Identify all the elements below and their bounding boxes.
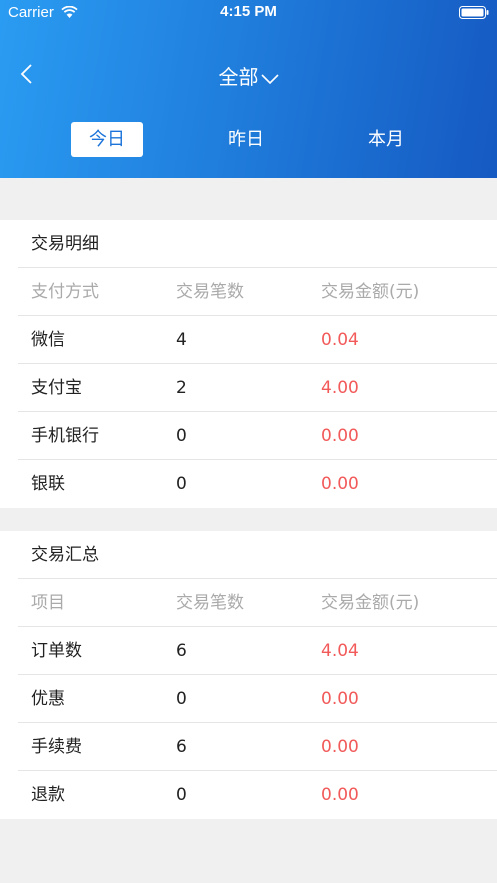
summary-header-row: 项目 交易笔数 交易金额(元) <box>18 579 497 627</box>
transaction-amount: 0.00 <box>321 785 359 805</box>
transaction-amount: 0.00 <box>321 737 359 757</box>
table-row: 银联 0 0.00 <box>18 460 497 508</box>
transaction-count: 6 <box>176 641 187 661</box>
transaction-count: 2 <box>176 378 187 398</box>
table-row: 退款 0 0.00 <box>18 771 497 819</box>
payment-method: 手机银行 <box>31 426 99 446</box>
page-title: 全部 <box>218 65 259 89</box>
transaction-count: 0 <box>176 474 187 494</box>
table-row: 订单数 6 4.04 <box>18 627 497 675</box>
payment-method: 微信 <box>31 330 65 350</box>
header: Carrier 4:15 PM 全部 今日 昨日 本月 <box>0 0 497 178</box>
table-row: 微信 4 0.04 <box>18 316 497 364</box>
transaction-amount: 4.00 <box>321 378 359 398</box>
summary-item: 退款 <box>31 785 65 805</box>
transaction-count: 0 <box>176 426 187 446</box>
transaction-count: 6 <box>176 737 187 757</box>
chevron-down-icon <box>260 73 279 84</box>
column-header: 交易金额(元) <box>321 282 420 302</box>
detail-section-title: 交易明细 <box>18 220 497 268</box>
summary-item: 手续费 <box>31 737 82 757</box>
detail-header-row: 支付方式 交易笔数 交易金额(元) <box>18 268 497 316</box>
payment-method: 支付宝 <box>31 378 82 398</box>
transaction-count: 4 <box>176 330 187 350</box>
status-time: 4:15 PM <box>220 3 277 20</box>
payment-method: 银联 <box>31 474 65 494</box>
transaction-amount: 0.04 <box>321 330 359 350</box>
table-row: 手续费 6 0.00 <box>18 723 497 771</box>
transaction-amount: 0.00 <box>321 689 359 709</box>
table-row: 手机银行 0 0.00 <box>18 412 497 460</box>
status-bar: Carrier 4:15 PM <box>0 0 497 26</box>
detail-section: 交易明细 支付方式 交易笔数 交易金额(元) 微信 4 0.04 支付宝 2 4… <box>0 220 497 508</box>
column-header: 项目 <box>31 593 65 613</box>
table-row: 优惠 0 0.00 <box>18 675 497 723</box>
transaction-count: 0 <box>176 689 187 709</box>
column-header: 交易笔数 <box>176 593 244 613</box>
summary-item: 优惠 <box>31 689 65 709</box>
tab-this-month[interactable]: 本月 <box>350 122 422 157</box>
transaction-amount: 0.00 <box>321 474 359 494</box>
battery-icon <box>459 6 489 19</box>
summary-section: 交易汇总 项目 交易笔数 交易金额(元) 订单数 6 4.04 优惠 0 0.0… <box>0 531 497 819</box>
summary-section-title: 交易汇总 <box>18 531 497 579</box>
tab-today[interactable]: 今日 <box>71 122 143 157</box>
column-header: 支付方式 <box>31 282 99 302</box>
tab-yesterday[interactable]: 昨日 <box>210 122 282 157</box>
summary-item: 订单数 <box>31 641 82 661</box>
transaction-amount: 4.04 <box>321 641 359 661</box>
column-header: 交易笔数 <box>176 282 244 302</box>
table-row: 支付宝 2 4.00 <box>18 364 497 412</box>
column-header: 交易金额(元) <box>321 593 420 613</box>
transaction-amount: 0.00 <box>321 426 359 446</box>
title-dropdown[interactable]: 全部 <box>0 61 497 90</box>
transaction-count: 0 <box>176 785 187 805</box>
